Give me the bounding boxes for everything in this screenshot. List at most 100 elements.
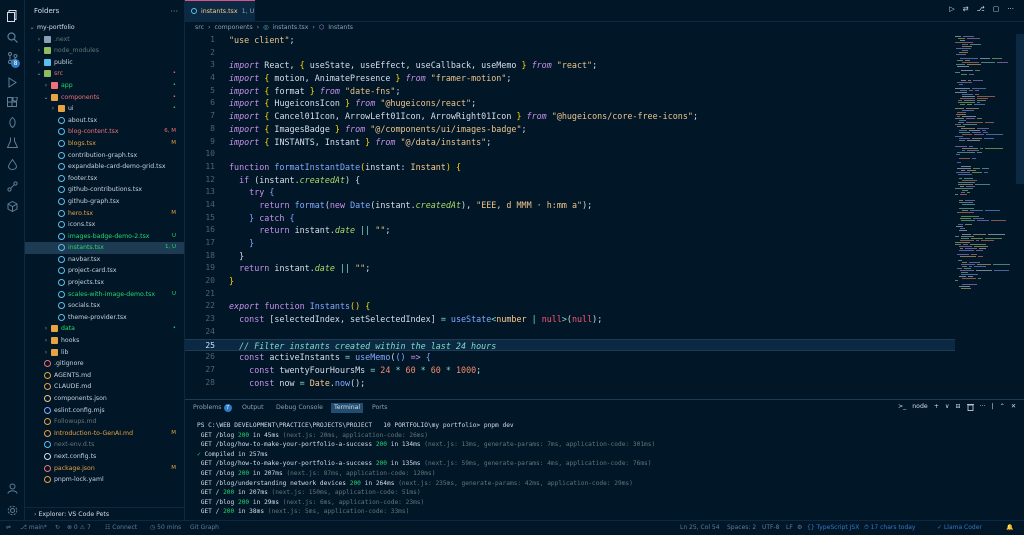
chevron-right-icon[interactable]: › xyxy=(50,103,56,115)
code-line[interactable]: 6 import { HugeiconsIcon } from "@hugeico… xyxy=(185,97,955,110)
tree-file[interactable]: theme-provider.tsx xyxy=(25,312,184,324)
testing-icon[interactable] xyxy=(4,134,20,150)
editor-scrollbar[interactable] xyxy=(1016,34,1024,396)
chevron-right-icon[interactable]: › xyxy=(36,57,42,69)
tree-folder[interactable]: › .next xyxy=(25,34,184,46)
database-icon[interactable] xyxy=(4,198,20,214)
tree-folder[interactable]: › public xyxy=(25,57,184,69)
code-line[interactable]: 26 const activeInstants = useMemo(() => … xyxy=(185,351,955,364)
tree-file[interactable]: projects.tsx xyxy=(25,277,184,289)
tree-folder[interactable]: › app • xyxy=(25,80,184,92)
tree-file[interactable]: eslint.config.mjs xyxy=(25,405,184,417)
chevron-right-icon[interactable]: › xyxy=(36,34,42,46)
code-line[interactable]: 20} xyxy=(185,275,955,288)
tree-file[interactable]: blog-content.tsx 6, M xyxy=(25,126,184,138)
chevron-right-icon[interactable]: › xyxy=(43,335,49,347)
tree-file[interactable]: CLAUDE.md xyxy=(25,381,184,393)
connect-indicator[interactable]: ☷ Connect xyxy=(105,521,137,535)
tree-file[interactable]: expandable-card-demo-grid.tsx xyxy=(25,161,184,173)
code-line[interactable]: 16 return instant.date || ""; xyxy=(185,224,955,237)
remote-icon[interactable] xyxy=(4,114,20,130)
chevron-down-icon[interactable]: ⌄ xyxy=(43,92,49,104)
tree-folder[interactable]: › data • xyxy=(25,323,184,335)
code-line[interactable]: 21 xyxy=(185,288,955,301)
code-line[interactable]: 2 xyxy=(185,47,955,60)
code-line[interactable]: 3 import React, { useState, useEffect, us… xyxy=(185,59,955,72)
tree-folder[interactable]: › node_modules xyxy=(25,45,184,57)
code-line[interactable]: 25 // Filter instants created within the… xyxy=(185,338,955,352)
tree-file[interactable]: project-card.tsx xyxy=(25,265,184,277)
code-line[interactable]: 22 export function Instants() { xyxy=(185,300,955,313)
code-line[interactable]: 7 import { Cancel01Icon, ArrowLeft01Icon,… xyxy=(185,110,955,123)
code-line[interactable]: 11 function formatInstantDate(instant: In… xyxy=(185,161,955,174)
code-editor[interactable]: 1 "use client"; 2 3 import React, { useState… xyxy=(185,34,955,396)
more-icon[interactable]: ··· xyxy=(1007,5,1014,13)
tree-file[interactable]: github-graph.tsx xyxy=(25,196,184,208)
tab-debug-console[interactable]: Debug Console xyxy=(276,403,323,413)
run-debug-icon[interactable] xyxy=(4,74,20,90)
branch-icon[interactable]: ⎇ xyxy=(977,5,985,13)
code-line[interactable]: 24 xyxy=(185,326,955,339)
wakatime-indicator[interactable]: ⏱ 17 chars today xyxy=(864,521,915,535)
more-actions-icon[interactable]: ··· xyxy=(170,7,178,16)
tree-file[interactable]: footer.tsx xyxy=(25,173,184,185)
tree-folder[interactable]: › hooks xyxy=(25,335,184,347)
docker-icon[interactable] xyxy=(4,156,20,172)
sync-icon[interactable]: ↻ xyxy=(55,521,60,535)
tree-folder[interactable]: ⌄ components • xyxy=(25,92,184,104)
code-line[interactable]: 9 import { INSTANTS, Instant } from "@/da… xyxy=(185,136,955,149)
tree-folder[interactable]: › ui • xyxy=(25,103,184,115)
time-indicator[interactable]: ◷ 50 mins xyxy=(150,521,181,535)
tree-file[interactable]: Followups.md xyxy=(25,416,184,428)
scrollbar-thumb[interactable] xyxy=(1016,34,1024,184)
code-line[interactable]: 10 xyxy=(185,148,955,161)
tree-file[interactable]: pnpm-lock.yaml xyxy=(25,474,184,486)
code-line[interactable]: 18 } xyxy=(185,250,955,263)
tree-file[interactable]: hero.tsx M xyxy=(25,208,184,220)
compare-icon[interactable]: ⇄ xyxy=(963,5,969,13)
split-editor-icon[interactable]: ▢ xyxy=(993,5,1000,13)
chevron-down-icon[interactable]: ∨ xyxy=(945,403,950,413)
cursor-position[interactable]: Ln 25, Col 54 xyxy=(680,521,720,535)
tree-file[interactable]: navbar.tsx xyxy=(25,254,184,266)
chevron-down-icon[interactable]: ⌄ xyxy=(36,68,42,80)
tree-file[interactable]: icons.tsx xyxy=(25,219,184,231)
terminal-name[interactable]: node xyxy=(912,403,927,413)
code-line[interactable]: 5 import { format } from "date-fns"; xyxy=(185,85,955,98)
tab-output[interactable]: Output xyxy=(242,403,264,413)
tree-file[interactable]: scales-with-image-demo.tsx U xyxy=(25,289,184,301)
encoding[interactable]: UTF-8 xyxy=(762,521,780,535)
tree-file[interactable]: instants.tsx 1, U xyxy=(25,242,184,254)
minimap[interactable] xyxy=(953,34,1015,396)
tab-instants[interactable]: instants.tsx 1, U xyxy=(185,0,255,21)
code-line[interactable]: 19 return instant.date || ""; xyxy=(185,262,955,275)
tree-file[interactable]: components.json xyxy=(25,393,184,405)
tree-file[interactable]: package.json M xyxy=(25,463,184,475)
code-line[interactable]: 1 "use client"; xyxy=(185,34,955,47)
tab-ports[interactable]: Ports xyxy=(372,403,388,413)
tree-file[interactable]: about.tsx xyxy=(25,115,184,127)
chevron-down-icon[interactable]: ⌄ xyxy=(29,22,35,34)
tree-file[interactable]: next.config.ts xyxy=(25,451,184,463)
problems-indicator[interactable]: ⊗ 0 ⚠ 7 xyxy=(67,521,91,535)
files-icon[interactable] xyxy=(4,8,20,24)
breadcrumb-file[interactable]: instants.tsx xyxy=(273,24,309,31)
line-ending[interactable]: LF xyxy=(786,521,793,535)
more-icon[interactable]: ··· xyxy=(980,403,986,413)
breadcrumb-components[interactable]: components xyxy=(214,24,252,31)
close-panel-icon[interactable]: ✕ xyxy=(1011,403,1016,413)
git-graph-button[interactable]: Git Graph xyxy=(190,521,219,535)
chevron-right-icon[interactable]: › xyxy=(43,323,49,335)
code-line[interactable]: 4 import { motion, AnimatePresence } from… xyxy=(185,72,955,85)
code-line[interactable]: 13 try { xyxy=(185,186,955,199)
run-file-icon[interactable]: ▷ xyxy=(949,5,954,13)
tree-file[interactable]: contribution-graph.tsx xyxy=(25,150,184,162)
chevron-right-icon[interactable]: › xyxy=(43,347,49,359)
breadcrumb-symbol[interactable]: Instants xyxy=(328,24,353,31)
account-icon[interactable] xyxy=(4,480,20,496)
code-line[interactable]: 15 } catch { xyxy=(185,212,955,225)
tree-folder[interactable]: ⌄ my-portfolio xyxy=(25,22,184,34)
code-line[interactable]: 23 const [selectedIndex, setSelectedInde… xyxy=(185,313,955,326)
tree-file[interactable]: next-env.d.ts xyxy=(25,439,184,451)
code-line[interactable]: 17 } xyxy=(185,237,955,250)
